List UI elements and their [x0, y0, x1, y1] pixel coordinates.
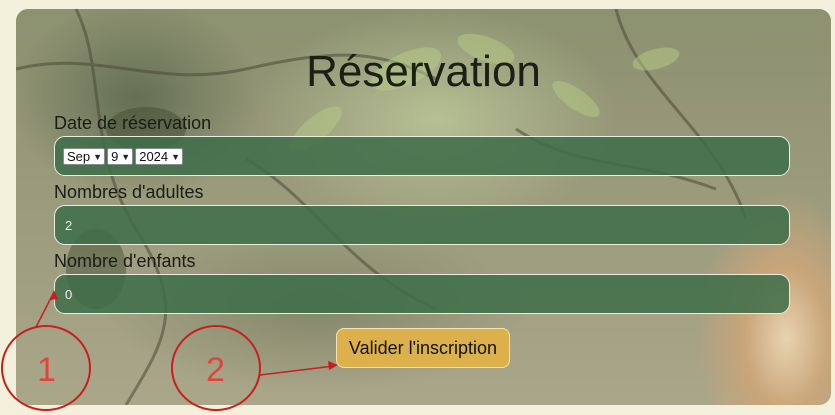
annotation-arrow-2 [259, 365, 335, 376]
annotation-overlay [1, 290, 338, 411]
arrow-head-icon [50, 290, 58, 300]
arrow-head-icon [328, 361, 338, 370]
annotation-number-1: 1 [37, 351, 56, 389]
annotation-number-2: 2 [206, 351, 225, 389]
